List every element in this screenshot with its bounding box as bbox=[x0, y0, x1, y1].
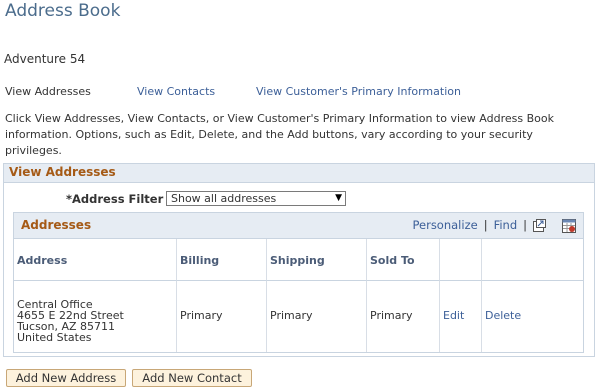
add-new-contact-button[interactable]: Add New Contact bbox=[132, 369, 252, 387]
column-header-delete bbox=[482, 239, 583, 281]
addresses-grid: Addresses Personalize | Find | Address B… bbox=[13, 212, 584, 353]
address-filter-label: *Address Filter bbox=[66, 192, 164, 206]
cell-edit: Edit bbox=[440, 281, 482, 352]
nav-view-addresses: View Addresses bbox=[5, 85, 91, 98]
column-header-sold-to: Sold To bbox=[367, 239, 440, 281]
cell-sold-to: Primary bbox=[367, 281, 440, 352]
cell-address: Central Office 4655 E 22nd Street Tucson… bbox=[14, 281, 177, 352]
address-filter-value: Show all addresses bbox=[171, 192, 277, 205]
column-header-edit bbox=[440, 239, 482, 281]
toolbar-separator: | bbox=[523, 218, 527, 232]
grid-toolbar: Personalize | Find | bbox=[412, 218, 576, 233]
cell-delete: Delete bbox=[482, 281, 583, 352]
address-filter-select[interactable]: Show all addresses ▼ bbox=[166, 191, 346, 206]
edit-link[interactable]: Edit bbox=[443, 309, 464, 322]
personalize-link[interactable]: Personalize bbox=[412, 218, 477, 232]
address-lines: Central Office 4655 E 22nd Street Tucson… bbox=[17, 298, 124, 344]
customer-name: Adventure 54 bbox=[4, 52, 86, 66]
addresses-grid-title: Addresses bbox=[21, 218, 92, 232]
addresses-grid-header: Addresses Personalize | Find | bbox=[14, 213, 583, 239]
toolbar-separator: | bbox=[483, 218, 488, 232]
nav-view-contacts-link[interactable]: View Contacts bbox=[137, 85, 215, 98]
cell-shipping: Primary bbox=[267, 281, 367, 352]
nav-view-primary-info-link[interactable]: View Customer's Primary Information bbox=[256, 85, 461, 98]
view-addresses-header-label: View Addresses bbox=[9, 165, 116, 179]
page-title: Address Book bbox=[5, 1, 121, 21]
column-header-address: Address bbox=[14, 239, 177, 281]
add-new-address-button[interactable]: Add New Address bbox=[6, 369, 126, 387]
new-window-icon[interactable] bbox=[533, 218, 546, 232]
view-addresses-header: View Addresses bbox=[4, 164, 594, 183]
column-header-billing: Billing bbox=[177, 239, 267, 281]
instructions-text: Click View Addresses, View Contacts, or … bbox=[5, 112, 554, 157]
download-icon[interactable] bbox=[562, 218, 576, 233]
chevron-down-icon: ▼ bbox=[335, 193, 342, 203]
find-link[interactable]: Find bbox=[494, 218, 518, 232]
view-addresses-box: View Addresses *Address Filter Show all … bbox=[3, 163, 595, 357]
cell-billing: Primary bbox=[177, 281, 267, 352]
column-header-shipping: Shipping bbox=[267, 239, 367, 281]
delete-link[interactable]: Delete bbox=[485, 309, 521, 322]
